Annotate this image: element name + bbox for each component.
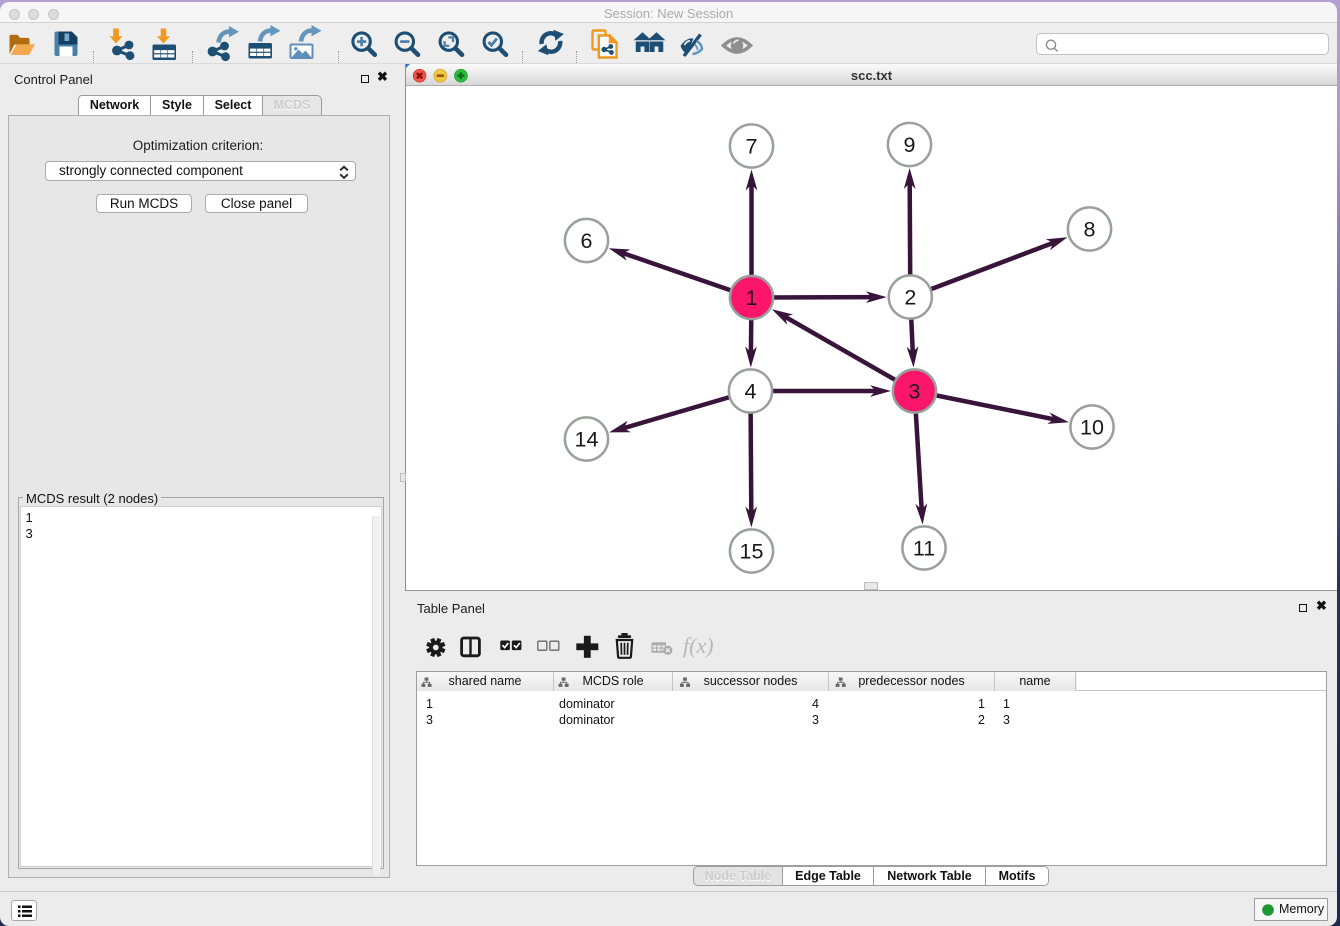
svg-text:7: 7 [746, 134, 758, 158]
svg-text:10: 10 [1080, 415, 1104, 439]
svg-text:4: 4 [745, 379, 757, 403]
svg-text:9: 9 [904, 133, 916, 157]
svg-text:8: 8 [1084, 217, 1096, 241]
svg-text:11: 11 [913, 536, 935, 560]
svg-text:15: 15 [740, 539, 764, 563]
svg-text:6: 6 [581, 229, 593, 253]
svg-text:3: 3 [909, 379, 921, 403]
svg-text:14: 14 [575, 427, 599, 451]
svg-text:2: 2 [904, 285, 916, 309]
svg-text:1: 1 [746, 286, 758, 310]
